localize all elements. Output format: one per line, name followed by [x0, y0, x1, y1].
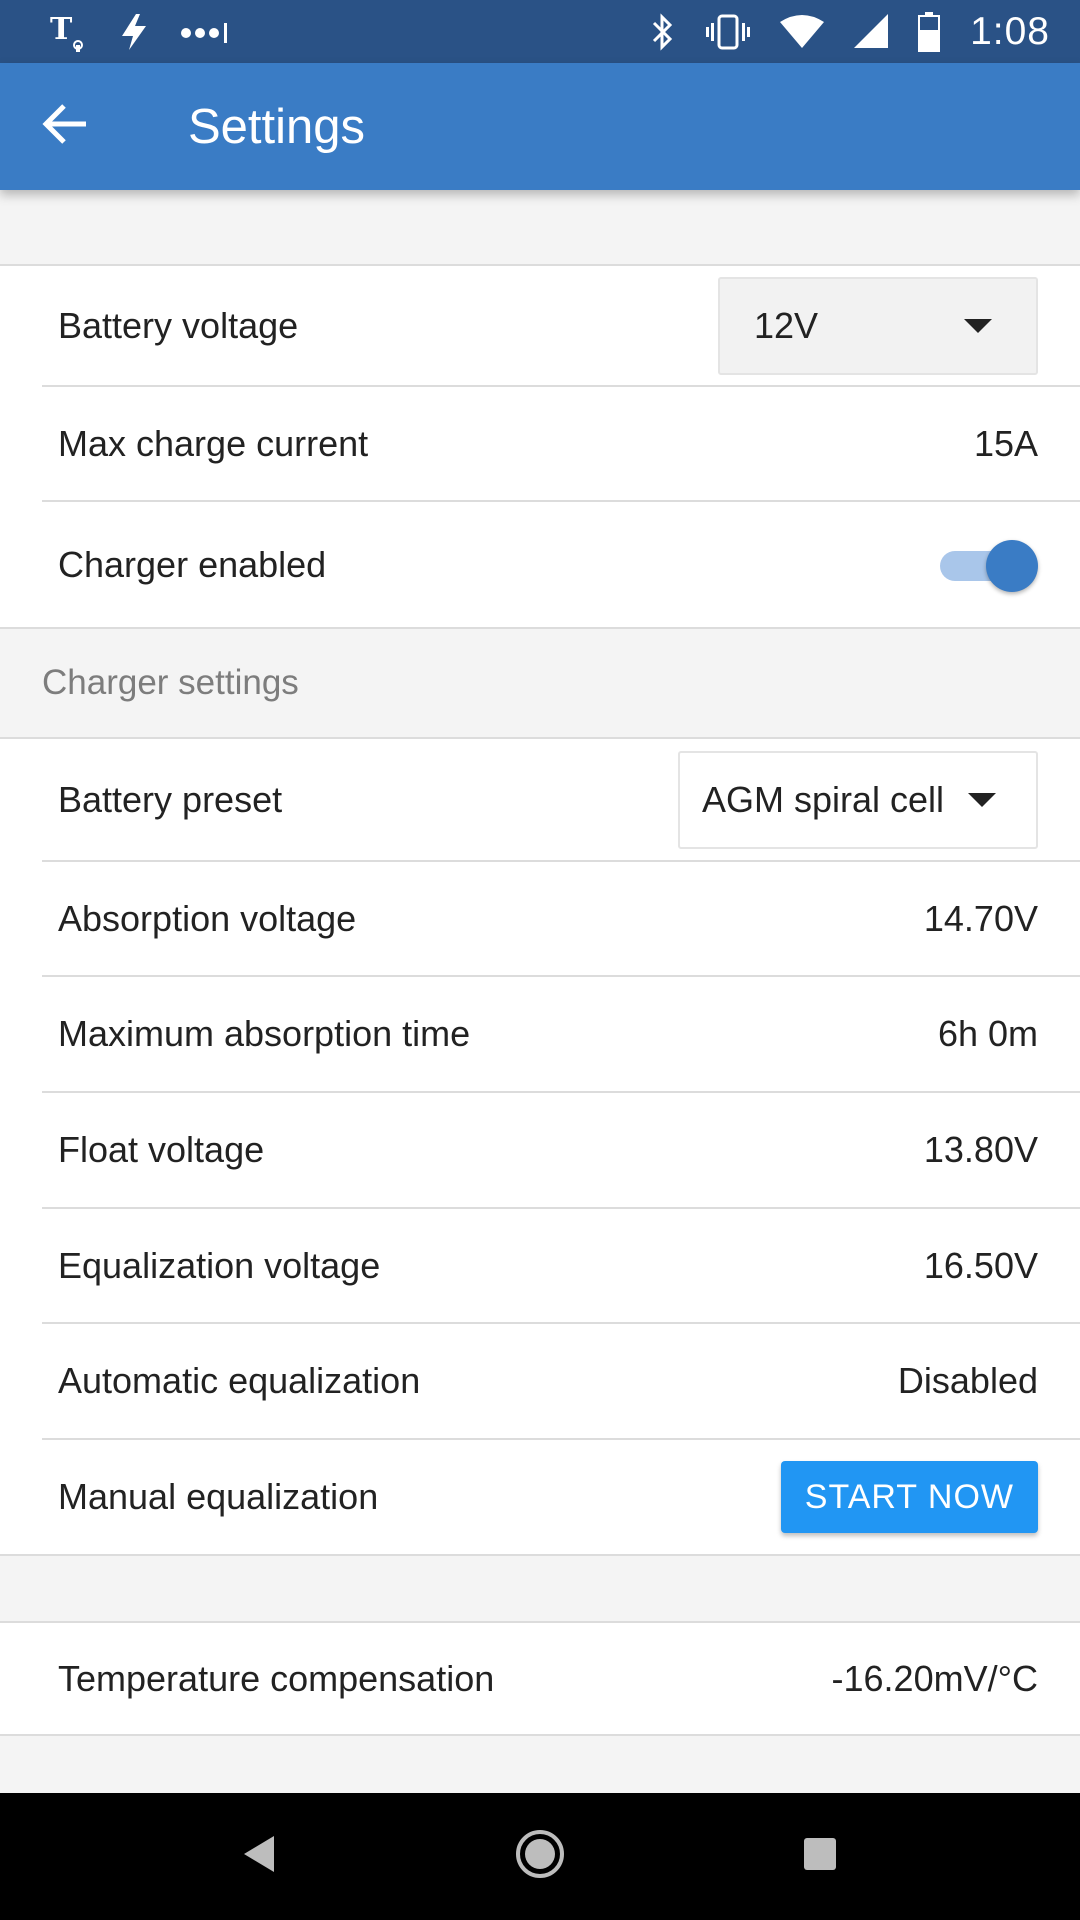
back-triangle-icon: [242, 1834, 278, 1879]
setting-value: 16.50V: [923, 1244, 1038, 1286]
setting-value: 14.70V: [923, 897, 1038, 939]
battery-preset-value: AGM spiral cell: [702, 778, 945, 820]
temperature-group: Temperature compensation -16.20mV/°C: [0, 1621, 1080, 1736]
temperature-compensation-value: -16.20mV/°C: [831, 1657, 1038, 1699]
general-settings-group: Battery voltage 12V Max charge current 1…: [0, 264, 1080, 629]
page-title: Settings: [188, 99, 366, 154]
setting-label: Absorption voltage: [58, 897, 357, 939]
charger-settings-header: Charger settings: [0, 629, 1080, 737]
temperature-compensation-label: Temperature compensation: [58, 1657, 495, 1699]
charger-enabled-label: Charger enabled: [58, 543, 327, 585]
temperature-compensation-row[interactable]: Temperature compensation -16.20mV/°C: [0, 1623, 1080, 1734]
setting-value: 6h 0m: [937, 1013, 1038, 1054]
clock: 1:08: [970, 9, 1050, 53]
battery-voltage-value: 12V: [754, 304, 819, 346]
bluetooth-icon: [650, 12, 676, 52]
equalization-voltage-row[interactable]: Equalization voltage 16.50V: [42, 1209, 1080, 1324]
recents-square-icon: [802, 1836, 838, 1877]
wifi-icon: [780, 14, 825, 50]
battery-voltage-label: Battery voltage: [58, 304, 299, 346]
battery-preset-row: Battery preset AGM spiral cell: [42, 739, 1080, 862]
max-charge-current-label: Max charge current: [58, 422, 369, 464]
tmobile-icon: T: [48, 11, 88, 53]
nav-back-button[interactable]: [215, 1812, 305, 1902]
max-charge-current-row[interactable]: Max charge current 15A: [42, 387, 1080, 502]
section-spacer: [0, 1556, 1080, 1621]
home-circle-icon: [514, 1828, 566, 1885]
settings-list: Battery voltage 12V Max charge current 1…: [0, 190, 1080, 1793]
float-voltage-row[interactable]: Float voltage 13.80V: [42, 1093, 1080, 1209]
battery-voltage-dropdown[interactable]: 12V: [718, 276, 1038, 375]
app-bar: Settings: [0, 63, 1080, 190]
navigation-bar: [0, 1793, 1080, 1920]
setting-label: Equalization voltage: [58, 1244, 381, 1286]
charger-settings-group: Battery preset AGM spiral cell Absorptio…: [0, 737, 1080, 1556]
nav-recents-button[interactable]: [775, 1812, 865, 1902]
charger-enabled-toggle[interactable]: [938, 535, 1038, 595]
status-left: T: [48, 11, 230, 53]
signal-dots-icon: [180, 17, 230, 47]
caret-down-icon: [964, 318, 992, 333]
battery-preset-label: Battery preset: [58, 778, 283, 820]
setting-label: Maximum absorption time: [58, 1013, 471, 1054]
charger-enabled-row: Charger enabled: [42, 502, 1080, 627]
battery-voltage-row: Battery voltage 12V: [42, 266, 1080, 387]
battery-icon: [918, 11, 941, 52]
manual-equalization-row: Manual equalization START NOW: [42, 1440, 1080, 1554]
caret-down-icon: [968, 792, 996, 807]
setting-label: Float voltage: [58, 1129, 265, 1170]
max-absorption-time-row[interactable]: Maximum absorption time 6h 0m: [42, 977, 1080, 1093]
charging-bolt-icon: [118, 12, 150, 52]
setting-value: 13.80V: [923, 1129, 1038, 1170]
status-bar: T 1:08: [0, 0, 1080, 63]
setting-value: Disabled: [897, 1360, 1038, 1401]
setting-label: Automatic equalization: [58, 1360, 421, 1401]
absorption-voltage-row[interactable]: Absorption voltage 14.70V: [42, 862, 1080, 977]
arrow-left-icon: [42, 104, 88, 149]
automatic-equalization-row[interactable]: Automatic equalization Disabled: [42, 1324, 1080, 1440]
top-spacer: [0, 190, 1080, 264]
back-button[interactable]: [0, 63, 130, 190]
battery-preset-dropdown[interactable]: AGM spiral cell: [678, 750, 1038, 849]
svg-text:T: T: [50, 12, 73, 47]
vibrate-icon: [706, 12, 751, 52]
max-charge-current-value: 15A: [973, 422, 1038, 464]
start-now-button[interactable]: START NOW: [780, 1461, 1038, 1533]
manual-equalization-label: Manual equalization: [58, 1476, 379, 1517]
cell-signal-icon: [854, 13, 889, 50]
toggle-thumb: [986, 539, 1038, 592]
nav-home-button[interactable]: [495, 1812, 585, 1902]
status-right: 1:08: [650, 10, 1050, 54]
